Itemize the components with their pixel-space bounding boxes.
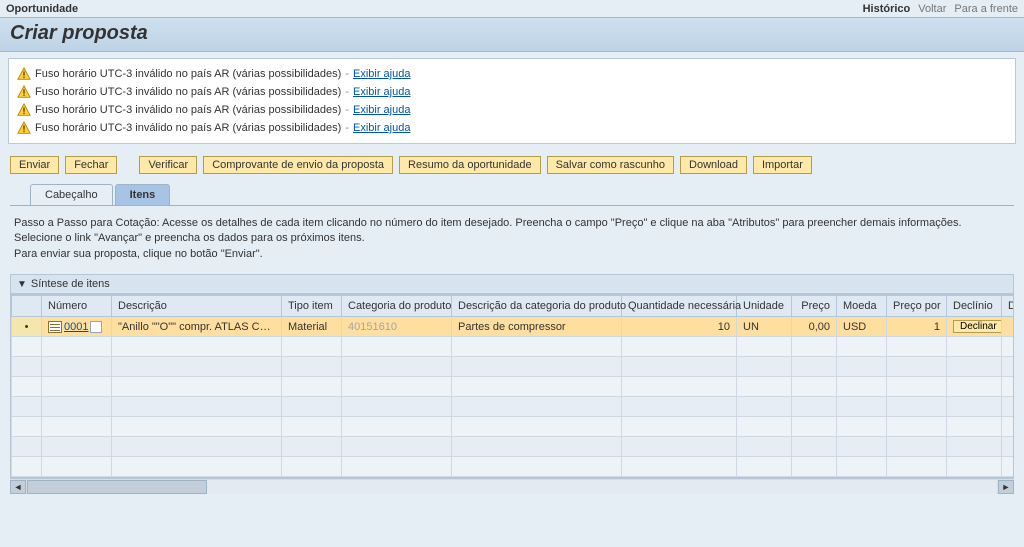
section-title: Síntese de itens (31, 278, 110, 290)
collapse-icon: ▼ (17, 279, 27, 290)
horizontal-scrollbar[interactable]: ◄ ► (10, 478, 1014, 494)
cell-preco[interactable]: 0,00 (792, 317, 837, 337)
table-row-empty (12, 357, 1015, 377)
separator: - (345, 68, 349, 80)
cell-precopor[interactable]: 1 (887, 317, 947, 337)
cell-descricao: "Anillo ""O"" compr. ATLAS COPCO" (112, 317, 282, 337)
separator: - (345, 122, 349, 134)
col-preco[interactable]: Preço (792, 296, 837, 317)
close-button[interactable]: Fechar (65, 156, 117, 174)
top-bar: Oportunidade Histórico Voltar Para a fre… (0, 0, 1024, 18)
scroll-right-icon[interactable]: ► (998, 480, 1014, 494)
cell-unidade: UN (737, 317, 792, 337)
warning-text: Fuso horário UTC-3 inválido no país AR (… (35, 104, 341, 116)
detail-icon[interactable] (48, 321, 62, 333)
scroll-left-icon[interactable]: ◄ (10, 480, 26, 494)
page-title: Criar proposta (10, 22, 1014, 45)
warning-text: Fuso horário UTC-3 inválido no país AR (… (35, 86, 341, 98)
help-link[interactable]: Exibir ajuda (353, 104, 410, 116)
cell-tipo: Material (282, 317, 342, 337)
table-row-empty (12, 397, 1015, 417)
action-toolbar: Enviar Fechar Verificar Comprovante de e… (0, 150, 1024, 180)
col-moeda[interactable]: Moeda (837, 296, 887, 317)
decline-button[interactable]: Declinar (953, 320, 1002, 333)
tab-items[interactable]: Itens (115, 184, 171, 205)
warning-text: Fuso horário UTC-3 inválido no país AR (… (35, 68, 341, 80)
col-cat-desc[interactable]: Descrição da categoria do produto (452, 296, 622, 317)
help-link[interactable]: Exibir ajuda (353, 86, 410, 98)
history-link[interactable]: Histórico (863, 3, 911, 15)
verify-button[interactable]: Verificar (139, 156, 197, 174)
cell-qtd: 10 (622, 317, 737, 337)
col-unidade[interactable]: Unidade (737, 296, 792, 317)
warning-line: Fuso horário UTC-3 inválido no país AR (… (17, 119, 1007, 137)
table-row-empty (12, 377, 1015, 397)
warning-line: Fuso horário UTC-3 inválido no país AR (… (17, 83, 1007, 101)
save-draft-button[interactable]: Salvar como rascunho (547, 156, 674, 174)
forward-link[interactable]: Para a frente (954, 3, 1018, 15)
table-row[interactable]: • 0001 "Anillo ""O"" compr. ATLAS COPCO"… (12, 317, 1015, 337)
warning-icon (17, 121, 31, 135)
table-row-empty (12, 457, 1015, 477)
header-row: Número Descrição Tipo item Categoria do … (12, 296, 1015, 317)
scroll-thumb[interactable] (27, 480, 207, 494)
import-button[interactable]: Importar (753, 156, 812, 174)
help-link[interactable]: Exibir ajuda (353, 68, 410, 80)
title-area: Criar proposta (0, 18, 1024, 52)
table-row-empty (12, 437, 1015, 457)
warning-text: Fuso horário UTC-3 inválido no país AR (… (35, 122, 341, 134)
cell-declinio: Declinar (947, 317, 1002, 337)
col-declinio[interactable]: Declínio (947, 296, 1002, 317)
toolbar-gap (123, 156, 133, 174)
cell-categoria: 40151610 (342, 317, 452, 337)
breadcrumb: Oportunidade (6, 3, 78, 15)
message-box: Fuso horário UTC-3 inválido no país AR (… (8, 58, 1016, 144)
warning-line: Fuso horário UTC-3 inválido no país AR (… (17, 101, 1007, 119)
warning-icon (17, 85, 31, 99)
tab-header[interactable]: Cabeçalho (30, 184, 113, 205)
instruction-line: Passo a Passo para Cotação: Acesse os de… (14, 216, 1010, 231)
warning-line: Fuso horário UTC-3 inválido no país AR (… (17, 65, 1007, 83)
value-help-icon[interactable] (90, 321, 102, 333)
send-button[interactable]: Enviar (10, 156, 59, 174)
col-descricao[interactable]: Descrição (112, 296, 282, 317)
item-number-link[interactable]: 0001 (64, 321, 88, 333)
col-numero[interactable]: Número (42, 296, 112, 317)
proof-button[interactable]: Comprovante de envio da proposta (203, 156, 393, 174)
section-toggle[interactable]: ▼ Síntese de itens (10, 274, 1014, 294)
help-link[interactable]: Exibir ajuda (353, 122, 410, 134)
cell-moeda: USD (837, 317, 887, 337)
separator: - (345, 104, 349, 116)
scroll-track[interactable] (27, 480, 997, 494)
col-categoria[interactable]: Categoria do produto (342, 296, 452, 317)
row-selector[interactable]: • (12, 317, 42, 337)
tab-strip: Cabeçalho Itens (10, 184, 1014, 206)
col-tipo[interactable]: Tipo item (282, 296, 342, 317)
warning-icon (17, 67, 31, 81)
items-grid: Número Descrição Tipo item Categoria do … (10, 294, 1014, 478)
instructions: Passo a Passo para Cotação: Acesse os de… (0, 206, 1024, 268)
summary-button[interactable]: Resumo da oportunidade (399, 156, 541, 174)
download-button[interactable]: Download (680, 156, 747, 174)
col-qtd[interactable]: Quantidade necessária (622, 296, 737, 317)
cell-remessa[interactable] (1002, 317, 1015, 337)
col-remessa[interactable]: Data de remessa (1002, 296, 1015, 317)
back-link[interactable]: Voltar (918, 3, 946, 15)
col-select (12, 296, 42, 317)
warning-icon (17, 103, 31, 117)
separator: - (345, 86, 349, 98)
table-row-empty (12, 337, 1015, 357)
instruction-line: Para enviar sua proposta, clique no botã… (14, 247, 1010, 262)
col-precopor[interactable]: Preço por (887, 296, 947, 317)
cell-cat-desc: Partes de compressor (452, 317, 622, 337)
table-row-empty (12, 417, 1015, 437)
instruction-line: Selecione o link "Avançar" e preencha os… (14, 231, 1010, 246)
